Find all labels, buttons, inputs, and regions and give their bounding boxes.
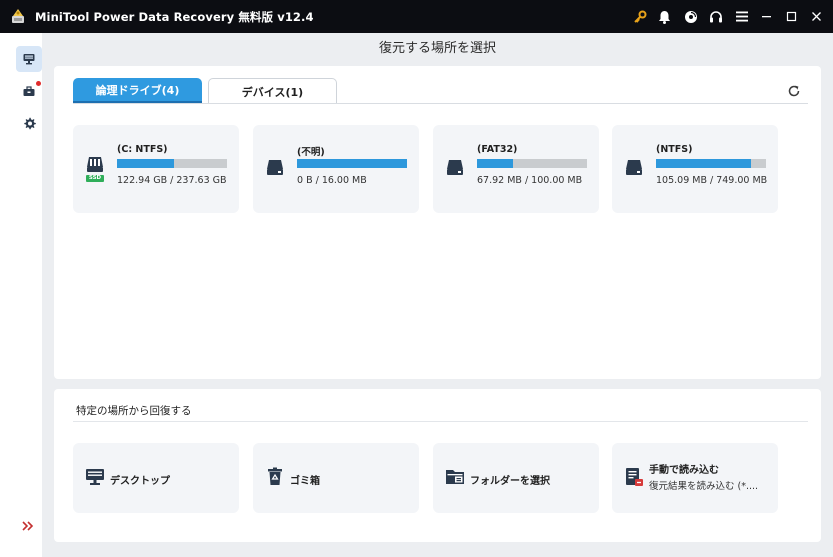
ssd-drive-icon: SSD — [85, 155, 105, 183]
location-label: ゴミ箱 — [290, 476, 320, 487]
location-label: 手動で読み込む — [649, 465, 719, 476]
section-title: 特定の場所から回復する — [76, 405, 192, 417]
location-label: フォルダーを選択 — [470, 476, 550, 487]
load-file-icon — [624, 467, 644, 487]
maximize-icon[interactable] — [783, 8, 800, 25]
notification-badge — [36, 81, 41, 86]
tab-logical-drives[interactable]: 論理ドライブ(4) — [73, 78, 202, 104]
page-title: 復元する場所を選択 — [378, 41, 496, 56]
ssd-badge: SSD — [88, 175, 102, 181]
menu-icon[interactable] — [733, 8, 750, 25]
drive-card-ntfs[interactable]: (NTFS) 105.09 MB / 749.00 MB — [612, 125, 778, 213]
location-manual-load[interactable]: 手動で読み込む 復元結果を読み込む (*.... — [612, 443, 778, 513]
drive-usage-bar — [477, 159, 587, 168]
drive-panel: 論理ドライブ(4) デバイス(1) SSD (C: NTFS) 122.94 G… — [54, 66, 821, 379]
tab-divider — [73, 103, 808, 104]
headset-icon[interactable] — [707, 8, 724, 25]
sidebar-item-this-pc[interactable] — [16, 46, 42, 72]
hard-drive-icon — [265, 155, 285, 183]
location-desktop[interactable]: デスクトップ — [73, 443, 239, 513]
toolbox-icon — [23, 86, 35, 96]
drive-label: (FAT32) — [477, 144, 518, 155]
desktop-icon — [85, 467, 105, 487]
drive-size: 105.09 MB / 749.00 MB — [656, 175, 768, 186]
recycle-bin-icon — [265, 467, 285, 487]
location-recycle-bin[interactable]: ゴミ箱 — [253, 443, 419, 513]
section-divider — [73, 421, 808, 422]
app-logo-icon — [9, 7, 27, 25]
drive-label: (C: NTFS) — [117, 144, 168, 155]
monitor-icon — [23, 54, 35, 65]
location-label: デスクトップ — [110, 476, 170, 487]
hard-drive-icon — [624, 155, 644, 183]
specific-location-panel: 特定の場所から回復する デスクトップ ゴミ箱 フォルダーを選択 手動で読み込む … — [54, 389, 821, 542]
key-icon[interactable] — [631, 8, 648, 25]
drive-label: (不明) — [297, 147, 325, 158]
drive-usage-bar — [656, 159, 766, 168]
drive-size: 0 B / 16.00 MB — [297, 175, 367, 186]
location-sublabel: 復元結果を読み込む (*.... — [649, 481, 759, 492]
bell-icon[interactable] — [656, 8, 673, 25]
disc-icon[interactable] — [682, 8, 699, 25]
minimize-icon[interactable] — [758, 8, 775, 25]
gear-icon — [23, 117, 36, 129]
folder-icon — [445, 467, 465, 487]
drive-size: 122.94 GB / 237.63 GB — [117, 175, 227, 186]
hard-drive-icon — [445, 155, 465, 183]
app-title: MiniTool Power Data Recovery 無料版 v12.4 — [35, 10, 314, 24]
tab-devices[interactable]: デバイス(1) — [208, 78, 337, 104]
sidebar-item-toolbox[interactable] — [16, 78, 42, 104]
drive-usage-bar — [117, 159, 227, 168]
left-sidebar — [0, 33, 42, 557]
close-icon[interactable] — [808, 8, 825, 25]
drive-label: (NTFS) — [656, 144, 693, 155]
drive-card-unknown[interactable]: (不明) 0 B / 16.00 MB — [253, 125, 419, 213]
drive-card-c[interactable]: SSD (C: NTFS) 122.94 GB / 237.63 GB — [73, 125, 239, 213]
location-select-folder[interactable]: フォルダーを選択 — [433, 443, 599, 513]
title-bar: MiniTool Power Data Recovery 無料版 v12.4 — [0, 0, 833, 33]
sidebar-item-settings[interactable] — [16, 110, 42, 136]
refresh-icon[interactable] — [787, 83, 803, 99]
double-chevron-right-icon[interactable] — [22, 516, 36, 531]
drive-size: 67.92 MB / 100.00 MB — [477, 175, 583, 186]
drive-card-fat32[interactable]: (FAT32) 67.92 MB / 100.00 MB — [433, 125, 599, 213]
drive-usage-bar — [297, 159, 407, 168]
